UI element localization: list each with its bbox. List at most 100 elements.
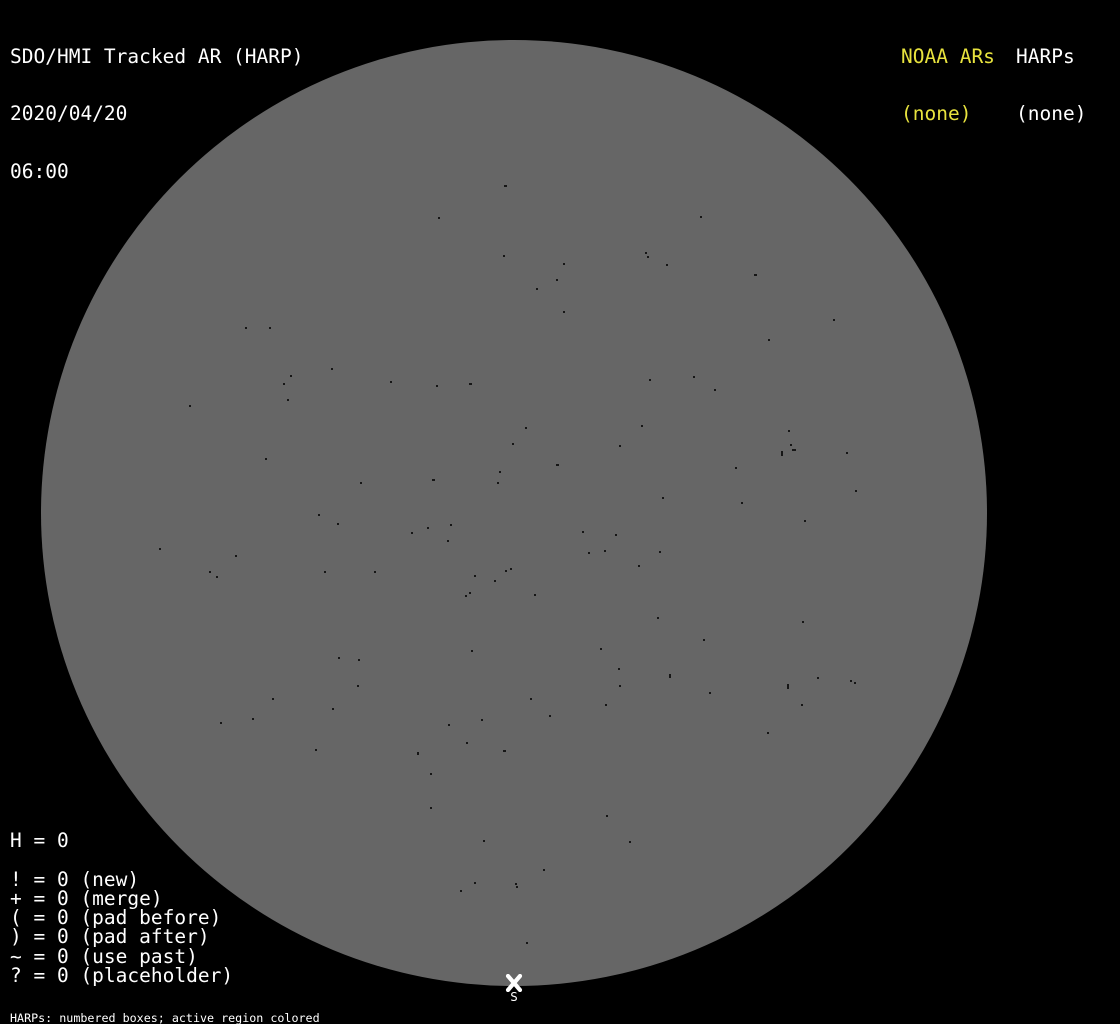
speck bbox=[846, 452, 848, 454]
speck bbox=[833, 319, 835, 321]
speck bbox=[189, 405, 191, 407]
speck bbox=[448, 724, 450, 726]
speck bbox=[802, 621, 804, 623]
speck bbox=[474, 882, 476, 884]
speck bbox=[534, 594, 536, 596]
speck bbox=[741, 502, 743, 504]
speck bbox=[619, 445, 621, 447]
speck bbox=[659, 551, 661, 553]
speck bbox=[331, 368, 333, 370]
speck bbox=[649, 379, 651, 381]
legend-line bbox=[10, 850, 233, 869]
speck bbox=[700, 216, 702, 218]
speck bbox=[516, 886, 518, 888]
speck bbox=[481, 719, 483, 721]
speck bbox=[438, 217, 440, 219]
legend-line: ! = 0 (new) bbox=[10, 867, 140, 891]
harps-value: (none) bbox=[1016, 102, 1087, 126]
speck bbox=[430, 773, 432, 775]
speck bbox=[543, 869, 545, 871]
speck bbox=[374, 571, 376, 573]
harps-label: HARPs bbox=[1016, 44, 1075, 68]
speck bbox=[504, 185, 507, 187]
speck bbox=[794, 449, 796, 451]
speck bbox=[855, 490, 857, 492]
speck bbox=[515, 883, 517, 885]
speck bbox=[432, 479, 435, 481]
speck bbox=[790, 444, 792, 446]
speck bbox=[645, 252, 647, 254]
speck bbox=[556, 279, 558, 281]
speck bbox=[525, 427, 527, 429]
speck bbox=[615, 534, 617, 536]
speck bbox=[427, 527, 429, 529]
speck bbox=[530, 698, 532, 700]
speck bbox=[159, 548, 161, 550]
noaa-ars-value: (none) bbox=[901, 102, 972, 126]
speck bbox=[447, 540, 449, 542]
speck bbox=[714, 389, 716, 391]
speck bbox=[556, 464, 559, 466]
speck bbox=[209, 571, 211, 573]
speck bbox=[252, 718, 254, 720]
speck bbox=[315, 749, 317, 751]
speck bbox=[787, 684, 789, 689]
speck bbox=[781, 451, 783, 456]
speck bbox=[469, 592, 471, 594]
speck bbox=[788, 430, 790, 432]
plot-title: SDO/HMI Tracked AR (HARP) bbox=[10, 44, 304, 68]
speck bbox=[283, 383, 285, 385]
speck bbox=[588, 552, 590, 554]
speck bbox=[549, 715, 551, 717]
speck bbox=[290, 375, 292, 377]
speck bbox=[641, 425, 643, 427]
speck bbox=[245, 327, 247, 329]
speck bbox=[510, 568, 512, 570]
noaa-ars-column: NOAA ARs (none) bbox=[901, 8, 995, 162]
speck bbox=[430, 807, 432, 809]
noaa-ars-label: NOAA ARs bbox=[901, 44, 995, 68]
speck bbox=[318, 514, 320, 516]
harp-tracking-plot: SDO/HMI Tracked AR (HARP) 2020/04/20 06:… bbox=[0, 0, 1120, 1024]
speck bbox=[709, 692, 711, 694]
speck bbox=[450, 524, 452, 526]
speck bbox=[337, 523, 339, 525]
speck bbox=[466, 742, 468, 744]
legend-line: H = 0 bbox=[10, 829, 69, 852]
speck bbox=[563, 263, 565, 265]
speck bbox=[358, 659, 360, 661]
speck bbox=[235, 555, 237, 557]
speck bbox=[768, 339, 770, 341]
speck bbox=[526, 942, 528, 944]
speck bbox=[483, 840, 485, 842]
speck bbox=[536, 288, 538, 290]
speck bbox=[265, 458, 267, 460]
speck bbox=[605, 704, 607, 706]
legend-block: H = 0! = 0 (new) + = 0 (merge)( = 0 (pad … bbox=[10, 829, 233, 986]
speck bbox=[647, 256, 649, 258]
speck bbox=[505, 570, 507, 572]
speck bbox=[666, 264, 668, 266]
speck bbox=[657, 617, 659, 619]
speck bbox=[854, 682, 856, 684]
speck bbox=[703, 639, 705, 641]
speck bbox=[767, 732, 769, 734]
speck bbox=[669, 674, 671, 678]
south-pole-marker: S bbox=[505, 974, 523, 1004]
speck bbox=[494, 580, 496, 582]
speck bbox=[497, 482, 499, 484]
speck bbox=[436, 385, 438, 387]
footnotes: HARPs: numbered boxes; active region col… bbox=[10, 988, 418, 1024]
speck bbox=[357, 685, 359, 687]
footnote-harps: HARPs: numbered boxes; active region col… bbox=[10, 1011, 320, 1024]
speck bbox=[411, 532, 413, 534]
speck bbox=[662, 497, 664, 499]
speck bbox=[638, 565, 640, 567]
speck bbox=[512, 443, 514, 445]
speck bbox=[469, 383, 472, 385]
speck bbox=[272, 698, 274, 700]
speck bbox=[220, 722, 222, 724]
legend-line: ) = 0 (pad after) bbox=[10, 925, 210, 949]
speck bbox=[604, 550, 606, 552]
title-block: SDO/HMI Tracked AR (HARP) 2020/04/20 06:… bbox=[10, 8, 304, 220]
